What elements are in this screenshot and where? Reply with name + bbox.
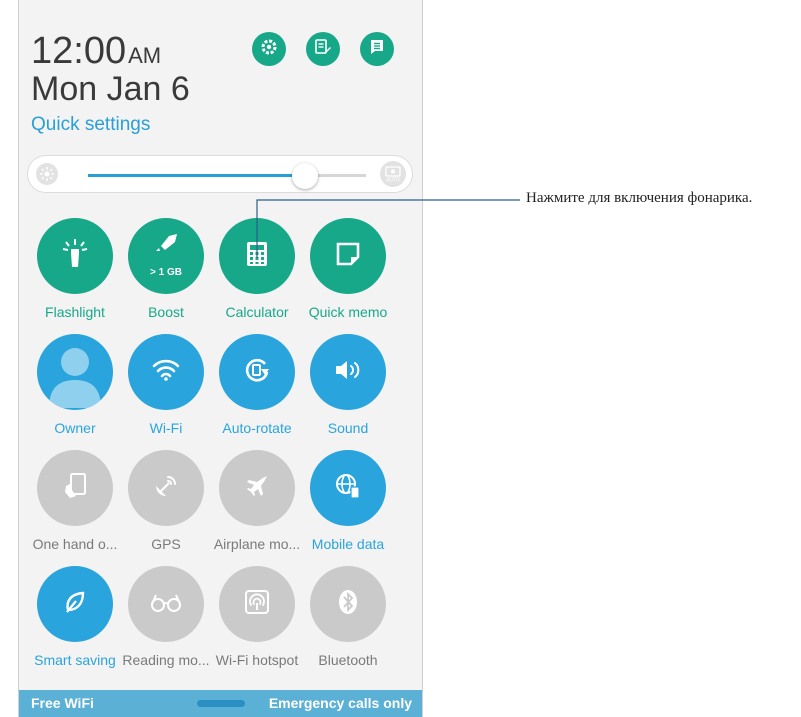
callout-leader-line [256, 199, 520, 258]
callout-text: Нажмите для включения фонарика. [526, 190, 753, 206]
